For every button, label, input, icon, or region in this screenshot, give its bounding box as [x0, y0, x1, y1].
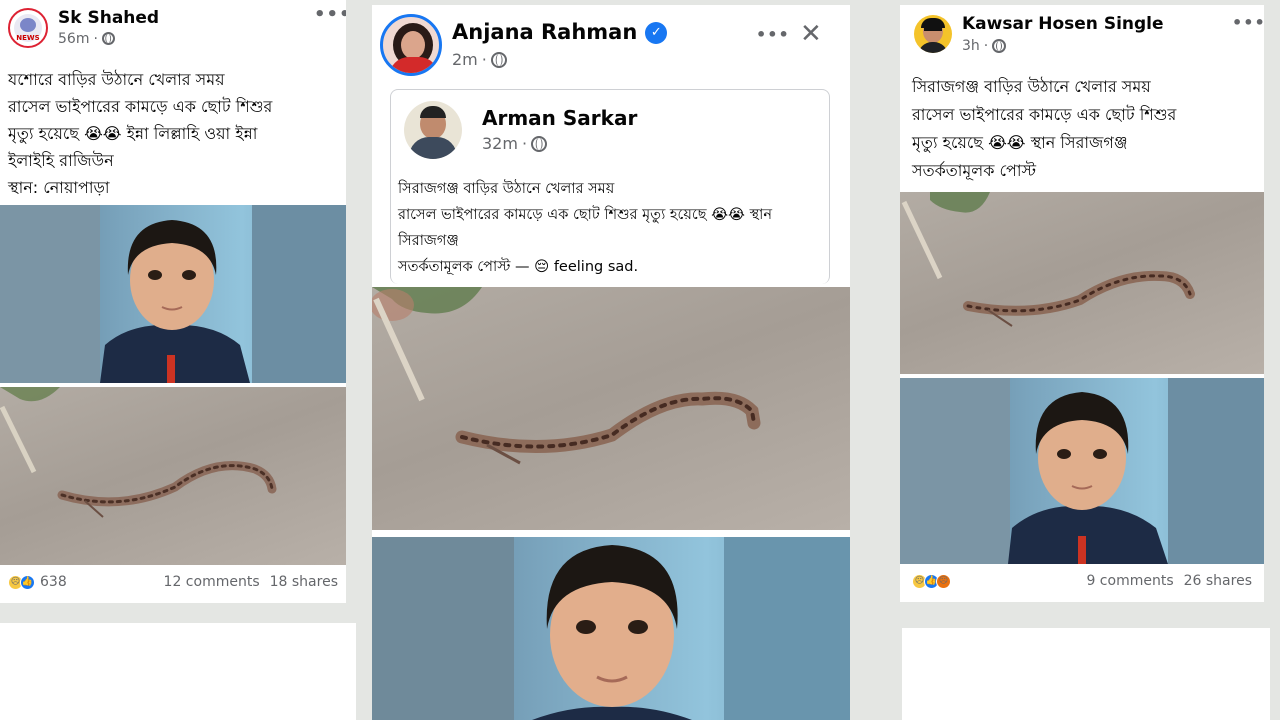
post-time[interactable]: 56m — [58, 31, 89, 47]
more-icon[interactable]: ••• — [1232, 13, 1264, 32]
avatar[interactable]: NEWS — [8, 8, 48, 48]
more-icon[interactable]: ••• — [314, 4, 346, 25]
snake-figure — [901, 192, 1195, 327]
snake-photo[interactable] — [372, 287, 850, 530]
text-line: রাসেল ভাইপারের কামড়ে এক ছোট শিশুর — [8, 97, 273, 116]
post-center: Anjana Rahman ✓ 2m · ••• ✕ Arman Sarkar … — [372, 5, 850, 720]
globe-icon — [531, 135, 548, 152]
post-text: সিরাজগঞ্জ বাড়ির উঠানে খেলার সময় রাসেল … — [398, 176, 772, 280]
text-line: রাসেল ভাইপারের কামড়ে এক ছোট শিশুর মৃত্য… — [398, 207, 773, 223]
more-icon[interactable]: ••• — [756, 25, 790, 44]
avatar[interactable] — [404, 101, 462, 159]
snake-photo[interactable] — [0, 387, 346, 565]
author-name[interactable]: Kawsar Hosen Single — [962, 15, 1164, 34]
child-photo[interactable] — [900, 378, 1264, 564]
globe-icon — [992, 38, 1007, 53]
text-line: ইলাইহি রাজিউন — [8, 151, 114, 170]
right-blank-area — [902, 628, 1270, 720]
comments-count[interactable]: 9 comments — [1086, 573, 1173, 589]
child-photo[interactable] — [372, 537, 850, 720]
snake-photo[interactable] — [900, 192, 1264, 374]
shared-post-header: Arman Sarkar 32m · — [404, 101, 637, 159]
text-line: স্থান: নোয়াপাড়া — [8, 178, 110, 197]
author-name[interactable]: Anjana Rahman — [452, 20, 637, 44]
snake-figure — [372, 287, 761, 465]
text-line: সিরাজগঞ্জ বাড়ির উঠানে খেলার সময় — [912, 77, 1151, 96]
text-line: মৃত্যু হয়েছে 😭😭 স্থান সিরাজগঞ্জ — [912, 133, 1128, 152]
like-reaction-icon[interactable]: 👍 — [20, 574, 35, 590]
avatar-text: NEWS — [16, 34, 40, 42]
post-time[interactable]: 2m — [452, 50, 478, 69]
post-meta: 3h · — [962, 38, 1164, 54]
left-blank-area — [0, 623, 356, 720]
author-name[interactable]: Sk Shahed — [58, 9, 159, 28]
post-right: Kawsar Hosen Single 3h · ••• সিরাজগঞ্জ ব… — [900, 5, 1264, 602]
shared-post-time[interactable]: 32m — [482, 134, 518, 153]
post-left: NEWS Sk Shahed 56m · ••• যশোরে বাড়ির উঠ… — [0, 0, 346, 603]
reaction-count[interactable]: 638 — [40, 574, 67, 590]
avatar[interactable] — [914, 15, 952, 54]
close-icon[interactable]: ✕ — [800, 19, 822, 49]
comments-count[interactable]: 12 comments — [164, 574, 260, 590]
text-line: মৃত্যু হয়েছে 😭😭 ইন্না লিল্লাহি ওয়া ইন্… — [8, 124, 258, 143]
text-line: সিরাজগঞ্জ বাড়ির উঠানে খেলার সময় — [398, 181, 615, 197]
angry-reaction-icon[interactable]: ☹ — [936, 573, 951, 589]
post-time[interactable]: 3h — [962, 38, 980, 54]
text-line: সতর্কতামূলক পোস্ট — [912, 161, 1037, 180]
text-line: রাসেল ভাইপারের কামড়ে এক ছোট শিশুর — [912, 105, 1177, 124]
avatar[interactable] — [380, 14, 442, 76]
post-header: Anjana Rahman ✓ 2m · — [380, 14, 668, 76]
child-figure — [532, 545, 692, 720]
post-text: যশোরে বাড়ির উঠানে খেলার সময় রাসেল ভাইপ… — [8, 66, 272, 201]
post-text: সিরাজগঞ্জ বাড়ির উঠানে খেলার সময় রাসেল … — [912, 73, 1176, 185]
text-line: যশোরে বাড়ির উঠানে খেলার সময় — [8, 70, 225, 89]
text-line: সিরাজগঞ্জ — [398, 233, 459, 249]
shared-author-name[interactable]: Arman Sarkar — [482, 107, 637, 129]
post-meta: 56m · — [58, 31, 159, 47]
shares-count[interactable]: 26 shares — [1184, 573, 1252, 589]
post-header: NEWS Sk Shahed 56m · — [8, 8, 159, 48]
verified-badge-icon: ✓ — [645, 21, 668, 44]
snake-figure — [0, 387, 277, 518]
post-footer: ☹ 👍 638 12 comments 18 shares — [8, 574, 338, 590]
post-footer: ☹ 👍 ☹ 9 comments 26 shares — [912, 573, 1252, 589]
child-photo[interactable] — [0, 205, 346, 383]
post-header: Kawsar Hosen Single 3h · — [914, 15, 1164, 54]
globe-icon — [101, 32, 115, 46]
shares-count[interactable]: 18 shares — [270, 574, 338, 590]
child-figure — [1008, 392, 1168, 564]
shared-post-meta: 32m · — [482, 134, 637, 153]
globe-icon — [490, 51, 507, 68]
post-meta: 2m · — [452, 50, 667, 69]
child-figure — [100, 220, 250, 383]
text-line: সতর্কতামূলক পোস্ট — 😔 feeling sad. — [398, 259, 639, 275]
